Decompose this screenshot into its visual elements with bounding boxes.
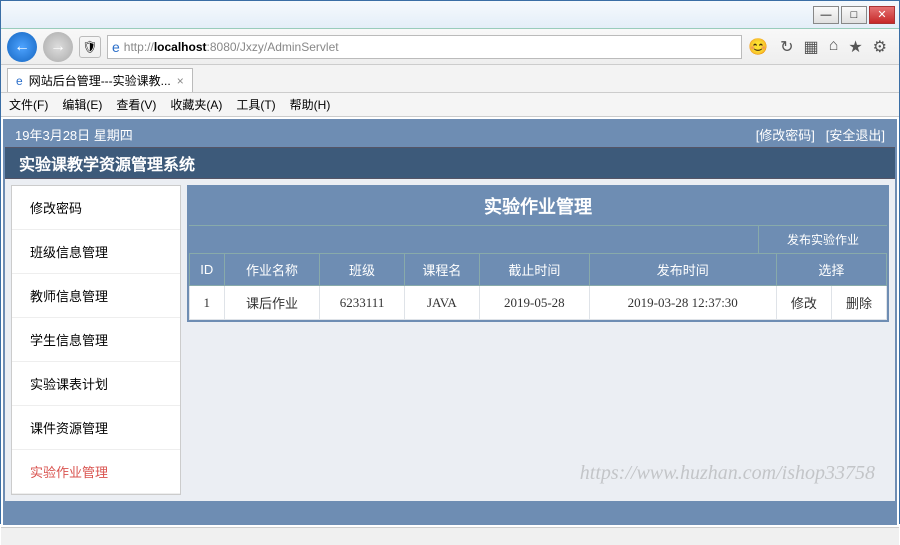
refresh-icon[interactable]: ↻: [780, 37, 793, 57]
publish-homework-button[interactable]: 发布实验作业: [758, 226, 887, 253]
cell-id: 1: [190, 286, 225, 320]
browser-statusbar: [1, 527, 899, 545]
cell-deadline: 2019-05-28: [480, 286, 590, 320]
menu-file[interactable]: 文件(F): [9, 96, 48, 113]
menu-tools[interactable]: 工具(T): [236, 96, 275, 113]
logout-link[interactable]: [安全退出]: [826, 128, 885, 143]
window-titlebar: — □ ✕: [1, 1, 899, 29]
home-icon[interactable]: ⌂: [829, 37, 839, 57]
browser-tab[interactable]: e 网站后台管理---实验课教... ×: [7, 68, 193, 92]
sidebar-item-password[interactable]: 修改密码: [12, 186, 180, 230]
edit-link[interactable]: 修改: [776, 286, 831, 320]
col-id: ID: [190, 254, 225, 286]
sidebar-item-homework[interactable]: 实验作业管理: [12, 450, 180, 494]
nav-icons: ↻ ▦ ⌂ ★ ⚙: [774, 37, 893, 57]
maximize-button[interactable]: □: [841, 6, 867, 24]
browser-menubar: 文件(F) 编辑(E) 查看(V) 收藏夹(A) 工具(T) 帮助(H): [1, 93, 899, 117]
url-host: localhost: [154, 40, 207, 54]
url-protocol: http://: [124, 40, 154, 54]
col-course: 课程名: [404, 254, 479, 286]
gear-icon[interactable]: ⚙: [873, 37, 887, 57]
sidebar-item-student[interactable]: 学生信息管理: [12, 318, 180, 362]
cell-name: 课后作业: [224, 286, 320, 320]
col-select: 选择: [776, 254, 886, 286]
col-pubtime: 发布时间: [589, 254, 776, 286]
tab-close-icon[interactable]: ×: [177, 74, 184, 88]
stop-icon[interactable]: ▦: [804, 37, 819, 57]
forward-button[interactable]: →: [43, 32, 73, 62]
cell-pubtime: 2019-03-28 12:37:30: [589, 286, 776, 320]
content-area: 实验作业管理 发布实验作业 ID 作业名称 班级 课程名 截止时间: [187, 185, 889, 495]
menu-edit[interactable]: 编辑(E): [62, 96, 102, 113]
col-name: 作业名称: [224, 254, 320, 286]
table-row: 1 课后作业 6233111 JAVA 2019-05-28 2019-03-2…: [190, 286, 887, 320]
cell-course: JAVA: [404, 286, 479, 320]
watermark: https://www.huzhan.com/ishop33758: [580, 462, 875, 485]
back-button[interactable]: ←: [7, 32, 37, 62]
change-password-link[interactable]: [修改密码]: [756, 128, 815, 143]
menu-view[interactable]: 查看(V): [116, 96, 156, 113]
url-path: /Jxzy/AdminServlet: [237, 40, 339, 54]
sidebar-item-schedule[interactable]: 实验课表计划: [12, 362, 180, 406]
tab-ie-icon: e: [16, 74, 23, 88]
close-button[interactable]: ✕: [869, 6, 895, 24]
tab-title: 网站后台管理---实验课教...: [29, 72, 171, 89]
url-port: :8080: [207, 40, 237, 54]
menu-favorites[interactable]: 收藏夹(A): [170, 96, 222, 113]
app-frame: 19年3月28日 星期四 [修改密码] [安全退出] 实验课教学资源管理系统 修…: [3, 119, 897, 525]
delete-link[interactable]: 删除: [831, 286, 886, 320]
homework-panel: 实验作业管理 发布实验作业 ID 作业名称 班级 课程名 截止时间: [187, 185, 889, 322]
sidebar-item-courseware[interactable]: 课件资源管理: [12, 406, 180, 450]
homework-table: ID 作业名称 班级 课程名 截止时间 发布时间 选择 1: [189, 253, 887, 320]
menu-help[interactable]: 帮助(H): [290, 96, 331, 113]
topbar-date: 19年3月28日 星期四: [15, 125, 133, 144]
sidebar-item-class[interactable]: 班级信息管理: [12, 230, 180, 274]
ie-icon: e: [112, 39, 120, 55]
security-shield-icon[interactable]: 🛡: [79, 36, 101, 58]
sidebar-item-teacher[interactable]: 教师信息管理: [12, 274, 180, 318]
minimize-button[interactable]: —: [813, 6, 839, 24]
tab-strip: e 网站后台管理---实验课教... ×: [1, 65, 899, 93]
col-deadline: 截止时间: [480, 254, 590, 286]
system-title: 实验课教学资源管理系统: [5, 147, 895, 179]
address-bar[interactable]: e http:// localhost :8080 /Jxzy/AdminSer…: [107, 35, 742, 59]
sidebar: 修改密码 班级信息管理 教师信息管理 学生信息管理 实验课表计划 课件资源管理 …: [11, 185, 181, 495]
browser-navbar: ← → 🛡 e http:// localhost :8080 /Jxzy/Ad…: [1, 29, 899, 65]
app-topbar: 19年3月28日 星期四 [修改密码] [安全退出]: [5, 121, 895, 147]
compat-icon[interactable]: 😊: [748, 37, 768, 57]
panel-title: 实验作业管理: [189, 187, 887, 225]
col-class: 班级: [320, 254, 404, 286]
cell-class: 6233111: [320, 286, 404, 320]
app-footer: [5, 501, 895, 523]
favorites-icon[interactable]: ★: [848, 37, 862, 57]
